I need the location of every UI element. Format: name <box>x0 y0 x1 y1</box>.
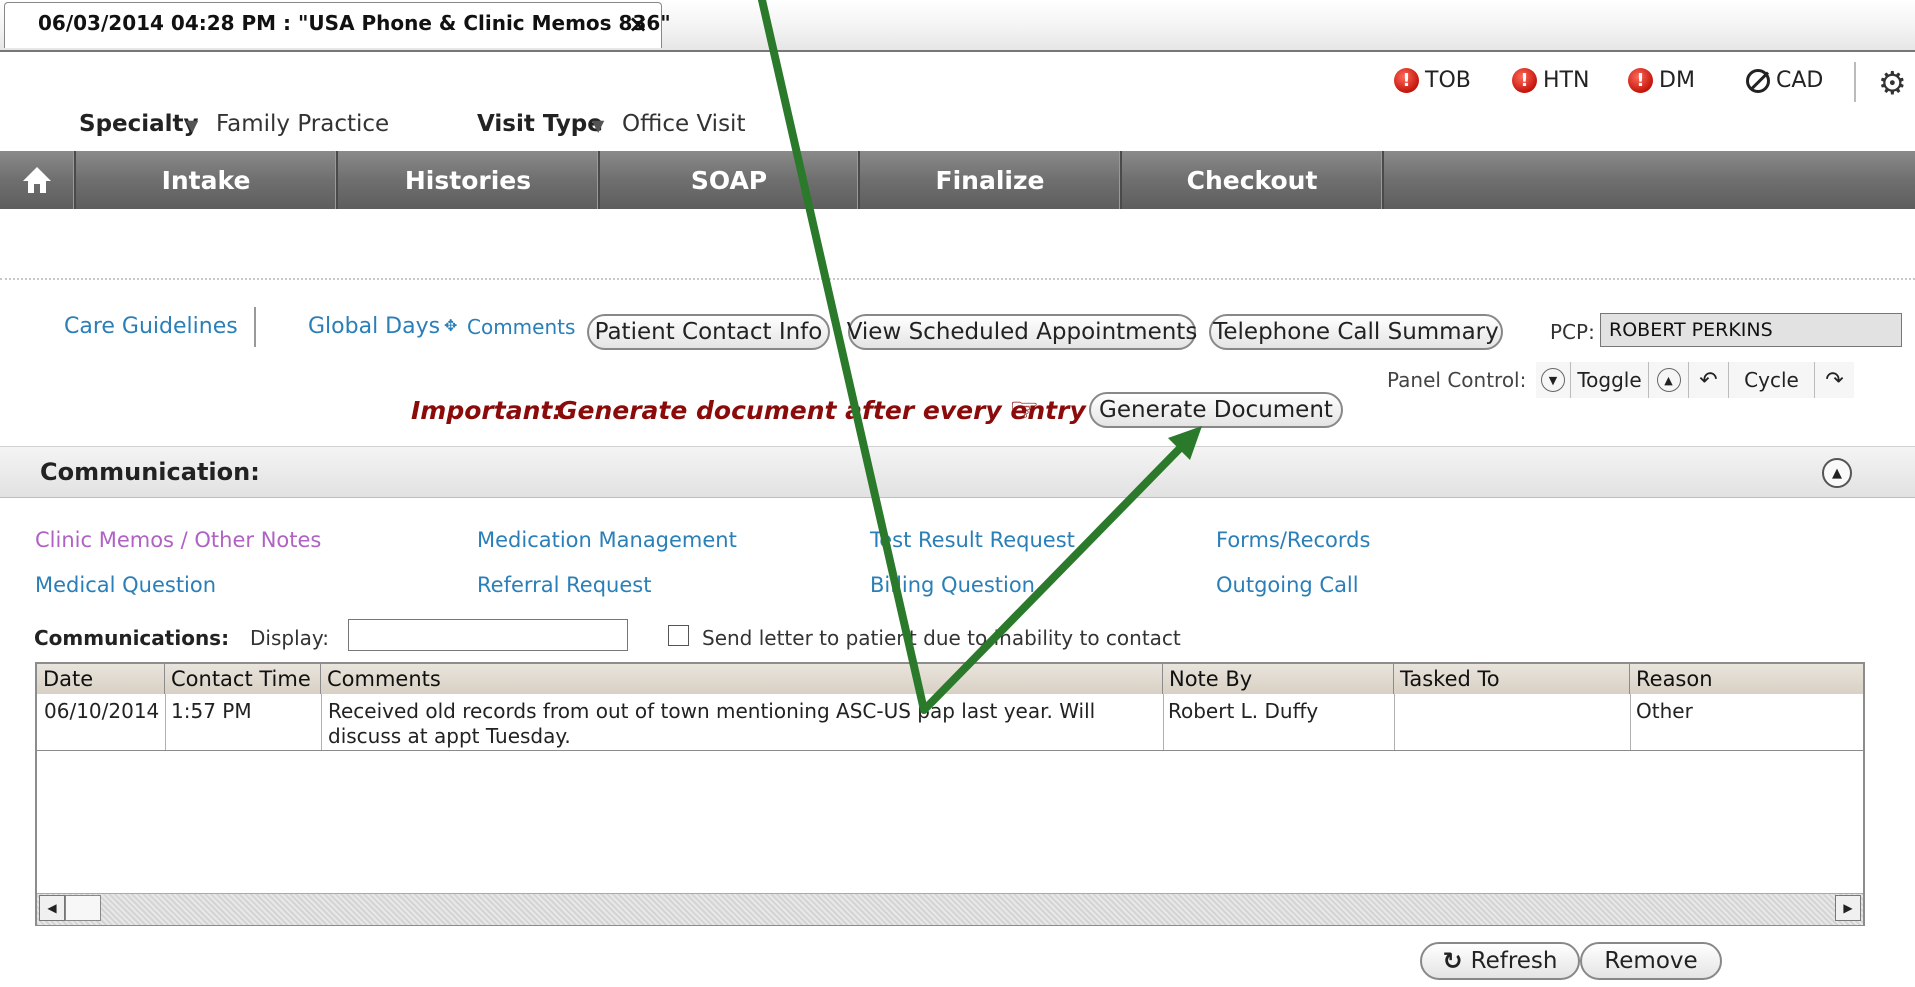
annotation-arrow-overlay <box>758 0 1202 714</box>
annotation-arrow <box>758 0 1192 714</box>
